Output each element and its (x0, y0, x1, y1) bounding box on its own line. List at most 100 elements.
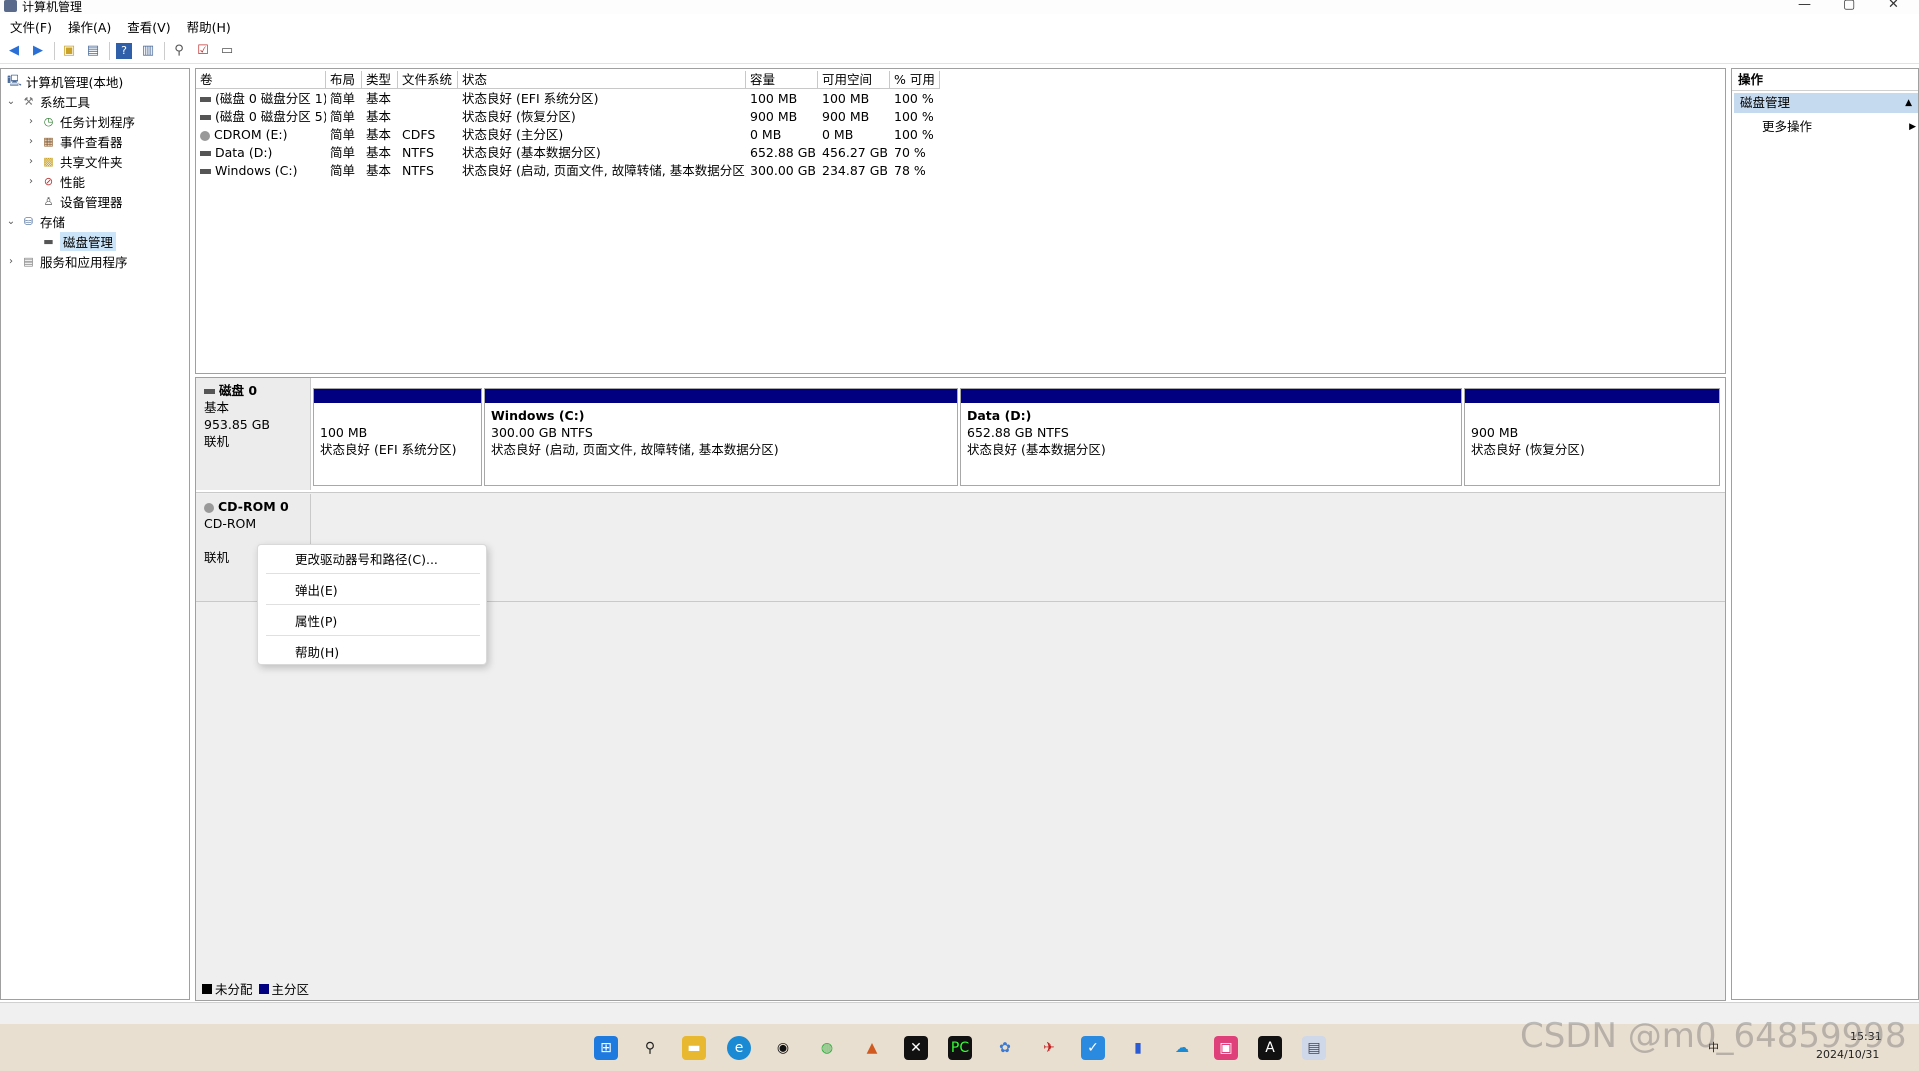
search-icon[interactable]: ⚲ (638, 1036, 662, 1060)
menu-separator (266, 573, 480, 574)
properties-icon[interactable]: ▥ (140, 43, 156, 59)
cloud-icon[interactable]: ☁ (1170, 1036, 1194, 1060)
menu-bar: 文件(F) 操作(A) 查看(V) 帮助(H) (0, 15, 1919, 37)
disk-icon (204, 389, 215, 394)
minimize-icon[interactable]: — (1798, 0, 1811, 12)
computer-management-task-icon[interactable]: ▤ (1302, 1036, 1326, 1060)
col-volume[interactable]: 卷 (196, 71, 326, 89)
file-explorer-icon[interactable]: ▬ (682, 1036, 706, 1060)
feishu-icon[interactable]: ✓ (1081, 1036, 1105, 1060)
navigation-tree: 🖳 计算机管理(本地) ⌄ ⚒ 系统工具 › ◷ 任务计划程序 › ▦ 事件查看器 › ▩ 共享文… (0, 68, 190, 1000)
menu-properties[interactable]: 属性(P) (295, 611, 337, 630)
toolbar-separator (54, 41, 55, 60)
disk-0-label[interactable]: 磁盘 0 基本 953.85 GB 联机 (196, 378, 311, 490)
show-tree-icon[interactable]: ▤ (85, 43, 101, 59)
menu-change-drive-letter[interactable]: 更改驱动器号和路径(C)... (295, 549, 438, 568)
col-filesystem[interactable]: 文件系统 (398, 71, 458, 89)
chevron-right-icon[interactable]: › (25, 156, 37, 167)
disk-map: 磁盘 0 基本 953.85 GB 联机 100 MB 状态良好 (EFI 系统分… (195, 377, 1726, 1001)
partition-bar (961, 389, 1461, 403)
disk-0-type: 基本 (204, 400, 230, 415)
computer-icon: 🖳 (7, 73, 22, 87)
device-manager-icon: ♙ (43, 194, 54, 208)
tree-services-apps[interactable]: › ▤ 服务和应用程序 (5, 251, 128, 271)
pycharm-icon[interactable]: PC (948, 1036, 972, 1060)
table-row[interactable]: Data (D:) 简单 基本 NTFS 状态良好 (基本数据分区) 652.8… (196, 144, 1725, 162)
chevron-right-icon[interactable]: › (25, 176, 37, 187)
clock-icon: ◷ (43, 114, 54, 128)
chevron-right-icon[interactable]: › (5, 256, 17, 267)
chevron-down-icon[interactable]: ⌄ (5, 216, 17, 227)
col-free-space[interactable]: 可用空间 (818, 71, 890, 89)
cdrom-icon (204, 502, 214, 513)
collapse-up-icon[interactable]: ▲ (1905, 93, 1912, 113)
table-row[interactable]: CDROM (E:) 简单 基本 CDFS 状态良好 (主分区) 0 MB 0 … (196, 126, 1725, 144)
actions-disk-management[interactable]: 磁盘管理 ▲ (1734, 93, 1918, 113)
wechat-icon[interactable]: ◍ (815, 1036, 839, 1060)
chevron-down-icon[interactable]: ⌄ (5, 96, 17, 107)
tree-task-scheduler[interactable]: › ◷ 任务计划程序 (25, 111, 135, 131)
options-icon[interactable]: ▭ (219, 43, 235, 59)
bilibili-icon[interactable]: ▣ (1214, 1036, 1238, 1060)
tree-storage[interactable]: ⌄ ⛁ 存储 (5, 211, 65, 231)
close-icon[interactable]: ✕ (1888, 0, 1899, 12)
disk-0-name: 磁盘 0 (219, 383, 258, 398)
chart-app-icon[interactable]: ▮ (1126, 1036, 1150, 1060)
tree-device-manager[interactable]: ♙ 设备管理器 (37, 191, 123, 211)
col-percent-free[interactable]: % 可用 (890, 71, 940, 89)
col-type[interactable]: 类型 (362, 71, 398, 89)
tree-system-tools[interactable]: ⌄ ⚒ 系统工具 (5, 91, 90, 111)
tree-event-viewer[interactable]: › ▦ 事件查看器 (25, 131, 123, 151)
tree-disk-management[interactable]: ▬ 磁盘管理 (37, 231, 117, 251)
baidu-netdisk-icon[interactable]: ✿ (993, 1036, 1017, 1060)
up-folder-icon[interactable]: ▣ (61, 43, 77, 59)
app-a-icon[interactable]: A (1258, 1036, 1282, 1060)
menu-action[interactable]: 操作(A) (68, 17, 111, 36)
start-icon[interactable]: ⊞ (594, 1036, 618, 1060)
forward-icon[interactable]: ▶ (30, 43, 46, 59)
partition-data-d[interactable]: Data (D:) 652.88 GB NTFS 状态良好 (基本数据分区) (960, 388, 1462, 486)
legend: 未分配 主分区 (202, 979, 309, 998)
table-row[interactable]: (磁盘 0 磁盘分区 5) 简单 基本 状态良好 (恢复分区) 900 MB 9… (196, 108, 1725, 126)
volume-icon (200, 115, 211, 120)
menu-view[interactable]: 查看(V) (127, 17, 170, 36)
tree-shared-folders[interactable]: › ▩ 共享文件夹 (25, 151, 123, 171)
app-terminal-icon[interactable]: ✕ (904, 1036, 928, 1060)
actions-pane: 操作 磁盘管理 ▲ 更多操作 ▶ (1731, 68, 1919, 1000)
back-icon[interactable]: ◀ (6, 43, 22, 59)
tree-root[interactable]: 🖳 计算机管理(本地) (3, 71, 123, 91)
partition-windows-c[interactable]: Windows (C:) 300.00 GB NTFS 状态良好 (启动, 页面文件… (484, 388, 958, 486)
partition-efi[interactable]: 100 MB 状态良好 (EFI 系统分区) (313, 388, 482, 486)
partition-recovery[interactable]: 900 MB 状态良好 (恢复分区) (1464, 388, 1720, 486)
tree-performance[interactable]: › ⊘ 性能 (25, 171, 85, 191)
table-row[interactable]: (磁盘 0 磁盘分区 1) 简单 基本 状态良好 (EFI 系统分区) 100 … (196, 90, 1725, 108)
help-icon[interactable]: ? (116, 42, 132, 59)
toolbar-separator (164, 41, 165, 60)
shared-folder-icon: ▩ (43, 154, 54, 168)
connect-icon[interactable]: ⚲ (171, 43, 187, 59)
maximize-icon[interactable]: ▢ (1843, 0, 1855, 12)
chevron-right-icon[interactable]: › (25, 116, 37, 127)
check-icon[interactable]: ☑ (195, 43, 211, 59)
performance-icon: ⊘ (43, 174, 54, 188)
col-status[interactable]: 状态 (458, 71, 746, 89)
col-capacity[interactable]: 容量 (746, 71, 818, 89)
table-row[interactable]: Windows (C:) 简单 基本 NTFS 状态良好 (启动, 页面文件, … (196, 162, 1725, 180)
window-title: 计算机管理 (22, 0, 83, 14)
col-layout[interactable]: 布局 (326, 71, 362, 89)
menu-eject[interactable]: 弹出(E) (295, 580, 338, 599)
menu-file[interactable]: 文件(F) (10, 17, 52, 36)
matlab-icon[interactable]: ▲ (860, 1036, 884, 1060)
disk-icon: ▬ (43, 234, 54, 248)
qq-icon[interactable]: ◉ (771, 1036, 795, 1060)
actions-more[interactable]: 更多操作 ▶ (1762, 117, 1916, 137)
volume-icon (200, 151, 211, 156)
menu-help-item[interactable]: 帮助(H) (295, 642, 339, 661)
edge-icon[interactable]: e (727, 1036, 751, 1060)
partition-bar (314, 389, 481, 403)
app-red-icon[interactable]: ✈ (1037, 1036, 1061, 1060)
chevron-right-icon[interactable]: › (25, 136, 37, 147)
menu-separator (266, 604, 480, 605)
menu-help[interactable]: 帮助(H) (187, 17, 231, 36)
chevron-right-icon: ▶ (1909, 122, 1916, 132)
